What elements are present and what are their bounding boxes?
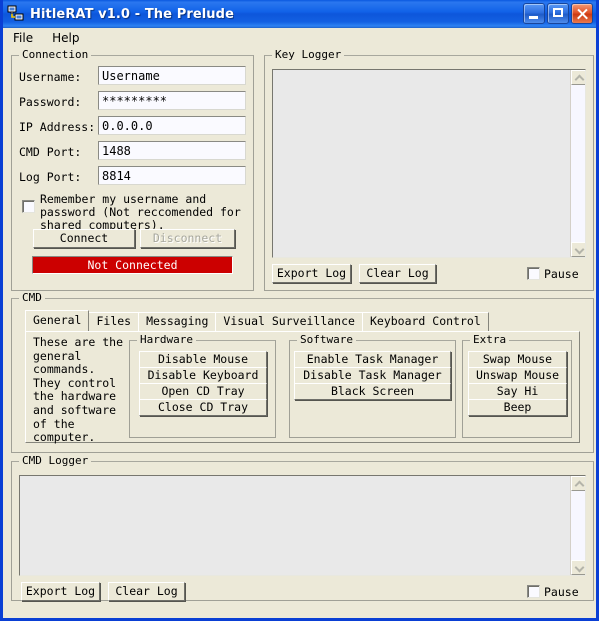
key-logger-output[interactable] [272, 69, 586, 258]
client-area: Connection Username: Password: IP Addres… [3, 48, 596, 618]
password-label: Password: [19, 95, 82, 109]
extra-group-title: Extra [470, 334, 510, 346]
say-hi-button[interactable]: Say Hi [468, 383, 567, 400]
software-group-title: Software [297, 334, 356, 346]
password-input[interactable]: ********* [98, 91, 246, 110]
tab-messaging[interactable]: Messaging [138, 312, 217, 331]
key-logger-export-button[interactable]: Export Log [272, 264, 351, 283]
cmd-logger-pause-checkbox[interactable] [527, 585, 540, 598]
remember-credentials-checkbox[interactable] [22, 200, 35, 213]
tab-general[interactable]: General [25, 310, 90, 331]
cmd-logger-export-button[interactable]: Export Log [21, 582, 100, 601]
hardware-group-title: Hardware [137, 334, 196, 346]
application-window: HitleRAT v1.0 - The Prelude File Help Co… [0, 0, 599, 621]
black-screen-button[interactable]: Black Screen [294, 383, 451, 400]
tab-keyboard-control[interactable]: Keyboard Control [361, 312, 489, 331]
general-tab-description: These are the general commands. They con… [33, 335, 124, 445]
cmd-logger-clear-button[interactable]: Clear Log [108, 582, 185, 601]
disable-task-manager-button[interactable]: Disable Task Manager [294, 367, 451, 384]
connection-group-title: Connection [19, 49, 92, 61]
key-logger-pause-checkbox[interactable] [527, 267, 540, 280]
cmd-logger-group-title: CMD Logger [19, 455, 92, 467]
disable-keyboard-button[interactable]: Disable Keyboard [139, 367, 267, 384]
cmd-logger-pause-label: Pause [544, 585, 579, 599]
scroll-up-icon[interactable] [571, 476, 585, 491]
log-port-label: Log Port: [19, 170, 82, 184]
cmd-port-input[interactable]: 1488 [98, 141, 246, 160]
username-label: Username: [19, 70, 82, 84]
beep-button[interactable]: Beep [468, 399, 567, 416]
menu-bar: File Help [3, 28, 596, 48]
scroll-down-icon[interactable] [571, 560, 585, 575]
tab-visual-surveillance[interactable]: Visual Surveillance [215, 312, 363, 331]
close-cd-tray-button[interactable]: Close CD Tray [139, 399, 267, 416]
remember-credentials-label: Remember my username and password (Not r… [40, 192, 241, 233]
window-title: HitleRAT v1.0 - The Prelude [30, 6, 234, 22]
cmd-group-title: CMD [19, 292, 45, 304]
network-computer-icon [7, 5, 25, 23]
enable-task-manager-button[interactable]: Enable Task Manager [294, 351, 451, 368]
close-button[interactable] [571, 3, 593, 24]
menu-item-file[interactable]: File [10, 29, 42, 47]
swap-mouse-button[interactable]: Swap Mouse [468, 351, 567, 368]
cmd-tabstrip: General Files Messaging Visual Surveilla… [25, 310, 489, 331]
tab-files[interactable]: Files [88, 312, 140, 331]
menu-item-help[interactable]: Help [49, 29, 88, 47]
window-controls [523, 3, 593, 24]
unswap-mouse-button[interactable]: Unswap Mouse [468, 367, 567, 384]
scroll-up-icon[interactable] [571, 70, 585, 85]
minimize-button[interactable] [523, 3, 545, 24]
disable-mouse-button[interactable]: Disable Mouse [139, 351, 267, 368]
connect-button[interactable]: Connect [33, 229, 135, 248]
title-bar: HitleRAT v1.0 - The Prelude [3, 0, 596, 28]
connection-status-badge: Not Connected [32, 256, 233, 274]
username-input[interactable]: Username [98, 66, 246, 85]
key-logger-pause-label: Pause [544, 267, 579, 281]
ip-address-input[interactable]: 0.0.0.0 [98, 116, 246, 135]
cmd-logger-output[interactable] [19, 475, 586, 576]
disconnect-button: Disconnect [140, 229, 235, 248]
ip-address-label: IP Address: [19, 120, 96, 134]
open-cd-tray-button[interactable]: Open CD Tray [139, 383, 267, 400]
cmd-port-label: CMD Port: [19, 145, 82, 159]
key-logger-scrollbar[interactable] [570, 70, 585, 257]
maximize-button[interactable] [547, 3, 569, 24]
key-logger-group-title: Key Logger [272, 49, 345, 61]
log-port-input[interactable]: 8814 [98, 166, 246, 185]
key-logger-clear-button[interactable]: Clear Log [359, 264, 436, 283]
cmd-logger-scrollbar[interactable] [570, 476, 585, 575]
scroll-down-icon[interactable] [571, 242, 585, 257]
